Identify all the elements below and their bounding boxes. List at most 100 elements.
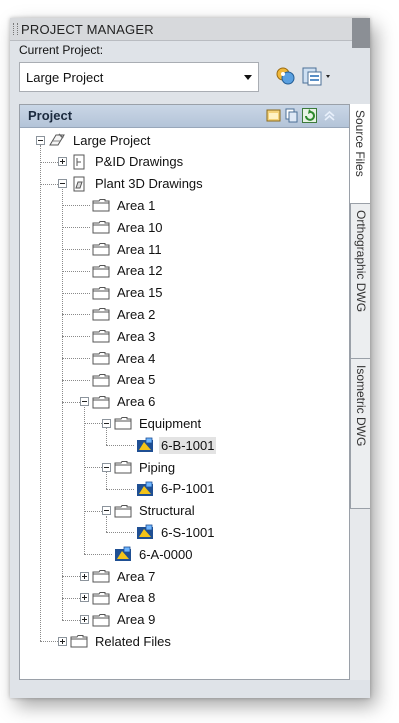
tree-node[interactable]: Structural	[102, 501, 197, 521]
drag-grip-icon[interactable]	[13, 23, 18, 35]
folder-icon	[92, 350, 110, 366]
tree-node-label: Area 6	[117, 394, 156, 410]
tree-node-label: 6-A-0000	[139, 546, 193, 562]
tree-node[interactable]: Piping	[102, 457, 177, 477]
title-bar[interactable]: PROJECT MANAGER	[10, 18, 352, 41]
drawing-file-icon	[136, 481, 154, 497]
tree-node[interactable]: Plant 3D Drawings	[58, 174, 205, 194]
tree-node[interactable]: Area 7	[80, 566, 157, 586]
tree-node[interactable]: Area 8	[80, 588, 157, 608]
folder-icon	[92, 612, 110, 628]
tree-node[interactable]: Large Project	[36, 130, 152, 150]
collapse-panel-icon[interactable]	[322, 108, 337, 123]
chevron-down-icon[interactable]	[244, 75, 252, 80]
tree-connector	[62, 336, 90, 338]
current-project-label: Current Project:	[19, 43, 104, 57]
collapse-icon[interactable]	[36, 135, 45, 145]
folder-icon	[92, 590, 110, 606]
tab-isometric-dwg[interactable]: Isometric DWG	[350, 359, 370, 509]
tree-node-label: Related Files	[95, 633, 171, 649]
tree-connector	[40, 641, 58, 643]
tree-node[interactable]: Area 5	[80, 370, 157, 390]
tree-node[interactable]: Area 11	[80, 239, 164, 259]
collapse-icon[interactable]	[102, 418, 111, 428]
folder-icon	[114, 459, 132, 475]
tree-connector	[62, 379, 90, 381]
copy-drawing-icon[interactable]	[284, 108, 299, 123]
tree-connector	[106, 488, 134, 490]
tree-connector	[62, 358, 90, 359]
tree-node[interactable]: Area 1	[80, 195, 157, 215]
tree-node[interactable]: P&ID Drawings	[58, 152, 185, 172]
collapse-icon[interactable]	[102, 506, 111, 516]
tree-connector	[84, 406, 85, 555]
tree-node[interactable]: 6-S-1001	[124, 522, 216, 542]
tree-node-label: Area 9	[117, 612, 156, 628]
tree-connector	[84, 423, 102, 425]
tree-node[interactable]: Area 2	[80, 304, 157, 324]
tree-connector	[40, 161, 58, 163]
tab-source-files[interactable]: Source Files	[350, 104, 370, 204]
folder-icon	[92, 197, 110, 213]
tree-connector	[84, 467, 102, 468]
collapse-icon[interactable]	[80, 397, 89, 407]
tree-connector	[106, 532, 134, 534]
expand-icon[interactable]	[58, 157, 67, 167]
tree-connector	[62, 597, 80, 599]
tree-node-label: 6-P-1001	[161, 481, 215, 497]
folder-icon	[114, 503, 132, 519]
expand-icon[interactable]	[80, 593, 89, 603]
title-bar-edge	[352, 18, 370, 48]
project-tree[interactable]: Large Project P&ID Drawings Plant 3D Drawi…	[20, 127, 349, 679]
project-setup-button[interactable]	[272, 63, 298, 89]
tab-isometric-dwg-label: Isometric DWG	[354, 365, 368, 447]
folder-icon	[92, 568, 110, 584]
tree-connector	[62, 576, 80, 577]
tree-node[interactable]: Area 10	[80, 217, 165, 237]
tree-node-label: Area 15	[117, 285, 163, 301]
folder-icon	[114, 415, 132, 431]
tree-node[interactable]: Area 12	[80, 261, 165, 281]
folder-icon	[92, 241, 110, 257]
tab-orthographic-dwg[interactable]: Orthographic DWG	[350, 204, 370, 359]
tree-node-label: Area 4	[117, 350, 156, 366]
tree-node[interactable]: Related Files	[58, 631, 173, 651]
tree-node-label: Area 8	[117, 590, 156, 606]
tree-node[interactable]: Area 3	[80, 326, 157, 346]
expand-icon[interactable]	[80, 571, 89, 581]
new-folder-icon[interactable]	[266, 108, 281, 123]
expand-icon[interactable]	[80, 615, 89, 625]
expand-icon[interactable]	[58, 636, 67, 646]
tree-node[interactable]: Area 15	[80, 283, 165, 303]
project-options-button[interactable]	[300, 63, 334, 89]
tree-node-label: Area 3	[117, 328, 156, 344]
tree-node-label: 6-S-1001	[161, 524, 215, 540]
tree-node[interactable]: Area 6	[80, 392, 157, 412]
tree-node-label: 6-B-1001	[159, 436, 217, 454]
tree-node-label: Area 12	[117, 263, 163, 279]
tree-node[interactable]: 6-P-1001	[124, 479, 216, 499]
tree-node-label: Large Project	[73, 132, 151, 148]
refresh-icon[interactable]	[302, 108, 317, 123]
folder-icon	[92, 394, 110, 410]
project-options-icon	[302, 67, 330, 86]
tree-node-label: Area 5	[117, 372, 156, 388]
tree-connector	[62, 619, 80, 621]
tree-node-label: Area 11	[117, 241, 162, 257]
current-project-select[interactable]: Large Project	[19, 62, 259, 92]
tree-node-label: Piping	[139, 459, 176, 475]
tree-connector	[62, 205, 90, 207]
tree-node[interactable]: Area 4	[80, 348, 157, 368]
folder-icon	[92, 328, 110, 344]
tree-node[interactable]: 6-A-0000	[102, 544, 194, 564]
tree-node[interactable]: Area 9	[80, 610, 157, 630]
folder-icon	[92, 306, 110, 322]
collapse-icon[interactable]	[58, 179, 67, 189]
collapse-icon[interactable]	[102, 462, 111, 472]
tree-node[interactable]: Equipment	[102, 413, 203, 433]
project-panel-header: Project	[20, 105, 349, 128]
folder-icon	[92, 219, 110, 235]
tree-node[interactable]: 6-B-1001	[124, 435, 217, 455]
tree-connector	[84, 554, 112, 556]
tree-connector	[62, 270, 90, 272]
